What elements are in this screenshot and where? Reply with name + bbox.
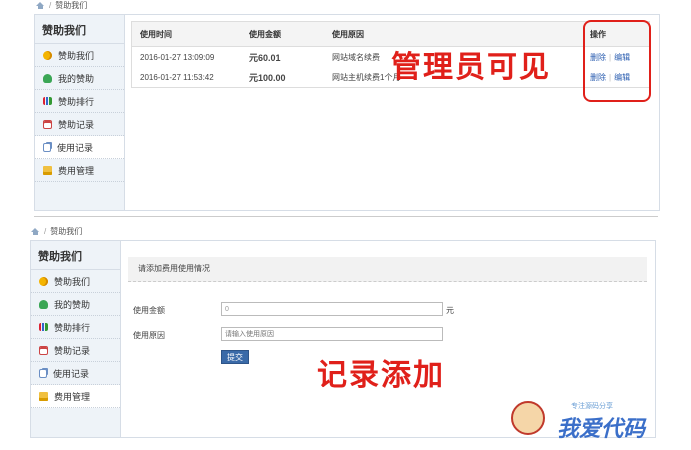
- money-icon: [39, 391, 48, 401]
- amount-input[interactable]: [221, 302, 443, 316]
- home-icon[interactable]: [31, 228, 40, 235]
- sidebar-item-ranking[interactable]: 赞助排行: [31, 316, 120, 339]
- coin-icon: [39, 276, 48, 286]
- sidebar-item-fee-management[interactable]: 费用管理: [31, 385, 120, 408]
- sidebar-item-usage-records[interactable]: 使用记录: [31, 362, 120, 385]
- breadcrumb: / 赞助我们: [36, 0, 87, 11]
- calendar-icon: [43, 119, 52, 129]
- sidebar-item-sponsor-us[interactable]: 赞助我们: [31, 270, 120, 293]
- sidebar-item-fee-management[interactable]: 费用管理: [35, 159, 124, 182]
- home-icon[interactable]: [36, 2, 45, 9]
- form-heading: 请添加费用使用情况: [128, 257, 647, 282]
- sidebar: 赞助我们 赞助我们 我的赞助 赞助排行 赞助记录 使用记录 费用管理: [31, 241, 121, 437]
- amount-unit: 元: [446, 306, 454, 315]
- breadcrumb-bottom: / 赞助我们: [31, 226, 82, 237]
- amount-label: 使用金额: [133, 306, 165, 315]
- bar-chart-icon: [39, 323, 48, 331]
- sidebar-title: 赞助我们: [35, 15, 124, 44]
- bar-chart-icon: [43, 97, 52, 105]
- top-panel: 赞助我们 赞助我们 我的赞助 赞助排行 赞助记录 使用记录 费用管理 使用时间 …: [34, 14, 660, 211]
- documents-icon: [43, 142, 51, 152]
- reason-input[interactable]: [221, 327, 443, 341]
- sidebar-item-ranking[interactable]: 赞助排行: [35, 90, 124, 113]
- breadcrumb-label[interactable]: 赞助我们: [50, 226, 82, 237]
- user-icon: [39, 299, 48, 309]
- submit-button[interactable]: 提交: [221, 350, 249, 364]
- form-area: 请添加费用使用情况: [128, 257, 647, 282]
- sidebar-item-sponsor-records[interactable]: 赞助记录: [35, 113, 124, 136]
- sidebar-item-sponsor-us[interactable]: 赞助我们: [35, 44, 124, 67]
- annotation-record-add: 记录添加: [317, 358, 445, 393]
- money-icon: [43, 165, 52, 175]
- sidebar-item-usage-records[interactable]: 使用记录: [35, 136, 124, 159]
- coin-icon: [43, 50, 52, 60]
- screen-divider: [34, 216, 658, 217]
- bottom-panel: 赞助我们 赞助我们 我的赞助 赞助排行 赞助记录 使用记录 费用管理 请添加费用…: [30, 240, 656, 442]
- documents-icon: [39, 368, 47, 378]
- col-time: 使用时间: [132, 22, 241, 47]
- user-icon: [43, 73, 52, 83]
- sidebar-item-my-sponsorship[interactable]: 我的赞助: [31, 293, 120, 316]
- reason-label: 使用原因: [133, 331, 165, 340]
- breadcrumb-label[interactable]: 赞助我们: [55, 0, 87, 11]
- sidebar-title: 赞助我们: [31, 241, 120, 270]
- watermark-small: 专注源码分享: [571, 403, 613, 410]
- col-reason: 使用原因: [324, 22, 582, 47]
- calendar-icon: [39, 345, 48, 355]
- watermark-avatar-icon: [511, 401, 545, 435]
- sidebar-item-sponsor-records[interactable]: 赞助记录: [31, 339, 120, 362]
- annotation-admin-only: 管理员可见: [391, 50, 551, 85]
- sidebar-item-my-sponsorship[interactable]: 我的赞助: [35, 67, 124, 90]
- sidebar: 赞助我们 赞助我们 我的赞助 赞助排行 赞助记录 使用记录 费用管理: [35, 15, 125, 210]
- highlight-box: [583, 20, 651, 102]
- col-amount: 使用金额: [241, 22, 324, 47]
- watermark-large: 我爱代码: [557, 417, 646, 442]
